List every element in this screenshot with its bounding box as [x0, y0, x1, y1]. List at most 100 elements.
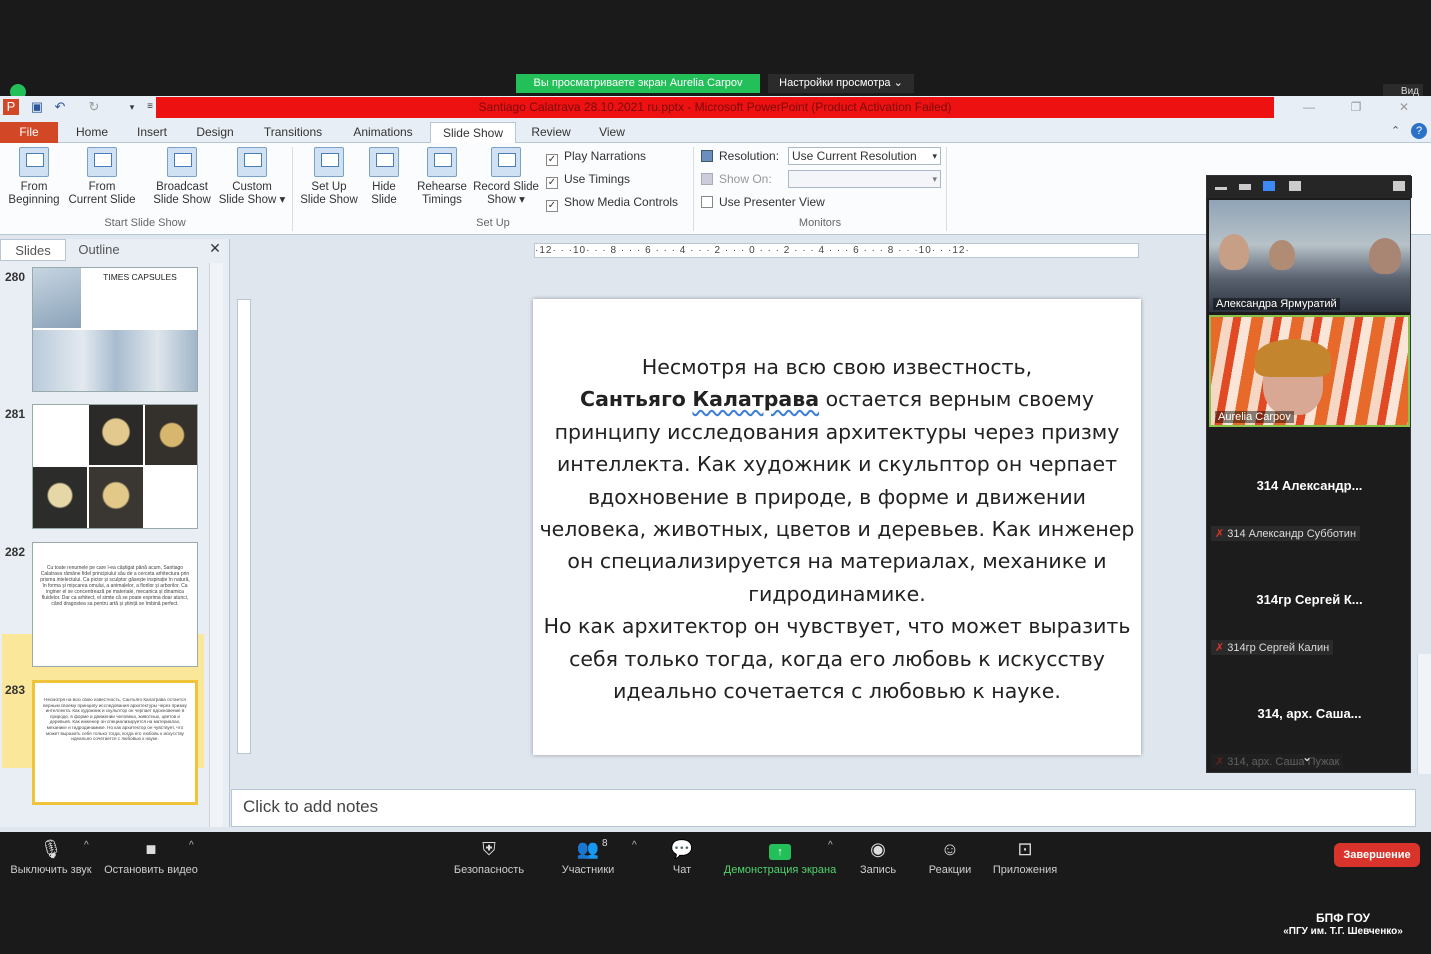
tab-slides[interactable]: Slides [0, 239, 66, 261]
person-figure [1369, 238, 1401, 274]
slide-thumbnail-281[interactable] [32, 404, 198, 529]
tab-insert[interactable]: Insert [126, 122, 178, 143]
tab-outline[interactable]: Outline [66, 239, 132, 261]
help-icon[interactable]: ? [1411, 123, 1427, 139]
rehearse-timings-icon [427, 147, 457, 177]
checkmark-icon: ✓ [546, 177, 558, 189]
record-slide-show-button[interactable]: Record Slide Show ▾ [470, 147, 542, 215]
restore-icon[interactable]: ❐ [1344, 98, 1368, 116]
chat-button[interactable]: 💬 Чат [662, 838, 702, 876]
record-button[interactable]: ◉ Запись [856, 838, 900, 876]
slides-scrollbar[interactable] [209, 263, 223, 827]
tab-review[interactable]: Review [522, 122, 580, 143]
participants-options-icon[interactable]: ^ [632, 840, 637, 851]
gallery-view-icon[interactable] [1289, 181, 1301, 191]
thumb-image [33, 330, 197, 391]
share-screen-button[interactable]: ↑ Демонстрация экрана [722, 838, 838, 876]
label: Current Slide [68, 194, 136, 206]
label: Play Narrations [564, 149, 647, 163]
slide-thumbnail-280[interactable]: TIMES CAPSULES [32, 267, 198, 392]
save-icon[interactable]: ▣ [29, 99, 45, 115]
notes-pane[interactable]: Click to add notes [231, 789, 1416, 827]
slide-thumbnail-283[interactable]: Несмотря на всю свою известность, Сантья… [32, 680, 198, 805]
close-icon[interactable]: ✕ [1392, 98, 1416, 116]
hide-slide-icon [369, 147, 399, 177]
tab-view[interactable]: View [588, 122, 636, 143]
rehearse-timings-button[interactable]: Rehearse Timings [414, 147, 470, 215]
audio-options-icon[interactable]: ^ [84, 840, 89, 851]
current-slide[interactable]: Несмотря на всю свою известность, Сантья… [533, 299, 1141, 755]
tab-home[interactable]: Home [66, 122, 118, 143]
mic-muted-icon: ✗ [1215, 528, 1225, 540]
view-options-button[interactable]: Настройки просмотра ⌄ [768, 74, 914, 93]
watermark-line: БПФ ГОУ [1316, 911, 1370, 925]
hair [1255, 339, 1331, 377]
video-options-icon[interactable]: ^ [189, 840, 194, 851]
thumb-title: TIMES CAPSULES [103, 272, 177, 282]
resolution-dropdown[interactable]: Use Current Resolution ▾ [788, 147, 941, 165]
label: Rehearse [417, 181, 467, 193]
thumb-text: Cu toate renumele pe care l-ea câștigat … [40, 565, 190, 607]
microphone-icon: 🎙 [39, 839, 63, 859]
checkmark-icon: ✓ [546, 154, 558, 166]
group-separator [292, 147, 293, 231]
participant-name: 314 Александр... [1256, 478, 1363, 493]
from-current-slide-button[interactable]: From Current Slide [66, 147, 138, 215]
horizontal-ruler: ·12· · ·10· · · 8 · · · 6 · · · 4 · · · … [534, 243, 1139, 258]
custom-slide-show-button[interactable]: Custom Slide Show ▾ [216, 147, 288, 215]
set-up-slide-show-button[interactable]: Set Up Slide Show [296, 147, 362, 215]
thumb-image [89, 405, 143, 465]
from-beginning-button[interactable]: From Beginning [4, 147, 64, 215]
tab-design[interactable]: Design [186, 122, 244, 143]
redo-icon[interactable]: ↻ [86, 99, 102, 115]
end-meeting-button[interactable]: Завершение [1334, 843, 1420, 867]
strip-view-icon[interactable] [1263, 181, 1275, 191]
label: Slide [371, 194, 397, 206]
mute-button[interactable]: 🎙 Выключить звук [6, 838, 96, 876]
security-button[interactable]: ⛨ Безопасность [452, 838, 526, 876]
hide-slide-button[interactable]: Hide Slide [364, 147, 404, 215]
title-bar: P ▣ ↶ ↻ ▾ ≡ Santiago Calatrava 28.10.202… [0, 96, 1431, 119]
participants-button[interactable]: 👥 Участники [556, 838, 620, 876]
apps-button[interactable]: ⊡ Приложения [990, 838, 1060, 876]
qat-dropdown-icon[interactable]: ▾ [124, 99, 140, 115]
close-pane-icon[interactable]: ✕ [207, 240, 223, 260]
thumb-image [33, 268, 81, 328]
video-tile-classroom[interactable]: Александра Ярмуратий [1209, 200, 1410, 312]
collapse-ribbon-icon[interactable]: ⌃ [1391, 124, 1400, 137]
broadcast-slide-show-button[interactable]: Broadcast Slide Show [150, 147, 214, 215]
use-presenter-view-checkbox[interactable]: Use Presenter View [701, 193, 825, 211]
video-panel-toolbar [1207, 176, 1412, 198]
reactions-button[interactable]: ☺ Реакции [924, 838, 976, 876]
label: Resolution: [719, 149, 780, 163]
undo-icon[interactable]: ↶ [52, 99, 68, 115]
participant-name: Aurelia Carpov [1215, 411, 1294, 423]
label: Beginning [8, 194, 60, 206]
slide-number: 283 [5, 683, 26, 697]
share-options-icon[interactable]: ^ [828, 840, 833, 851]
slide-text-box[interactable]: Несмотря на всю свою известность, Сантья… [533, 351, 1141, 707]
minimize-icon[interactable]: — [1297, 98, 1321, 116]
exit-panel-icon[interactable] [1393, 181, 1405, 191]
ribbon-tabs: File Home Insert Design Transitions Anim… [0, 119, 1431, 143]
mic-muted-icon: ✗ [1215, 642, 1225, 654]
stop-video-button[interactable]: ■ Остановить видео [102, 838, 200, 876]
show-on-dropdown[interactable]: ▾ [788, 170, 941, 188]
play-narrations-checkbox[interactable]: ✓ Play Narrations [546, 147, 647, 166]
label: Безопасность [453, 864, 525, 876]
tab-slide-show[interactable]: Slide Show [430, 122, 516, 143]
minimize-panel-icon[interactable] [1215, 187, 1227, 190]
show-media-controls-checkbox[interactable]: ✓ Show Media Controls [546, 193, 678, 212]
tab-animations[interactable]: Animations [342, 122, 424, 143]
label: Set Up [311, 181, 347, 193]
tab-file[interactable]: File [0, 122, 58, 143]
tab-transitions[interactable]: Transitions [252, 122, 334, 143]
scroll-down-icon[interactable]: ⌄ [1302, 750, 1312, 764]
single-view-icon[interactable] [1239, 184, 1251, 190]
video-tile-aurelia[interactable]: Aurelia Carpov [1209, 315, 1410, 427]
use-timings-checkbox[interactable]: ✓ Use Timings [546, 170, 630, 189]
record-icon: ◉ [870, 839, 886, 859]
slide-thumbnail-282[interactable]: Cu toate renumele pe care l-ea câștigat … [32, 542, 198, 667]
chat-icon: 💬 [670, 839, 694, 859]
editor-scrollbar[interactable] [1417, 654, 1431, 774]
